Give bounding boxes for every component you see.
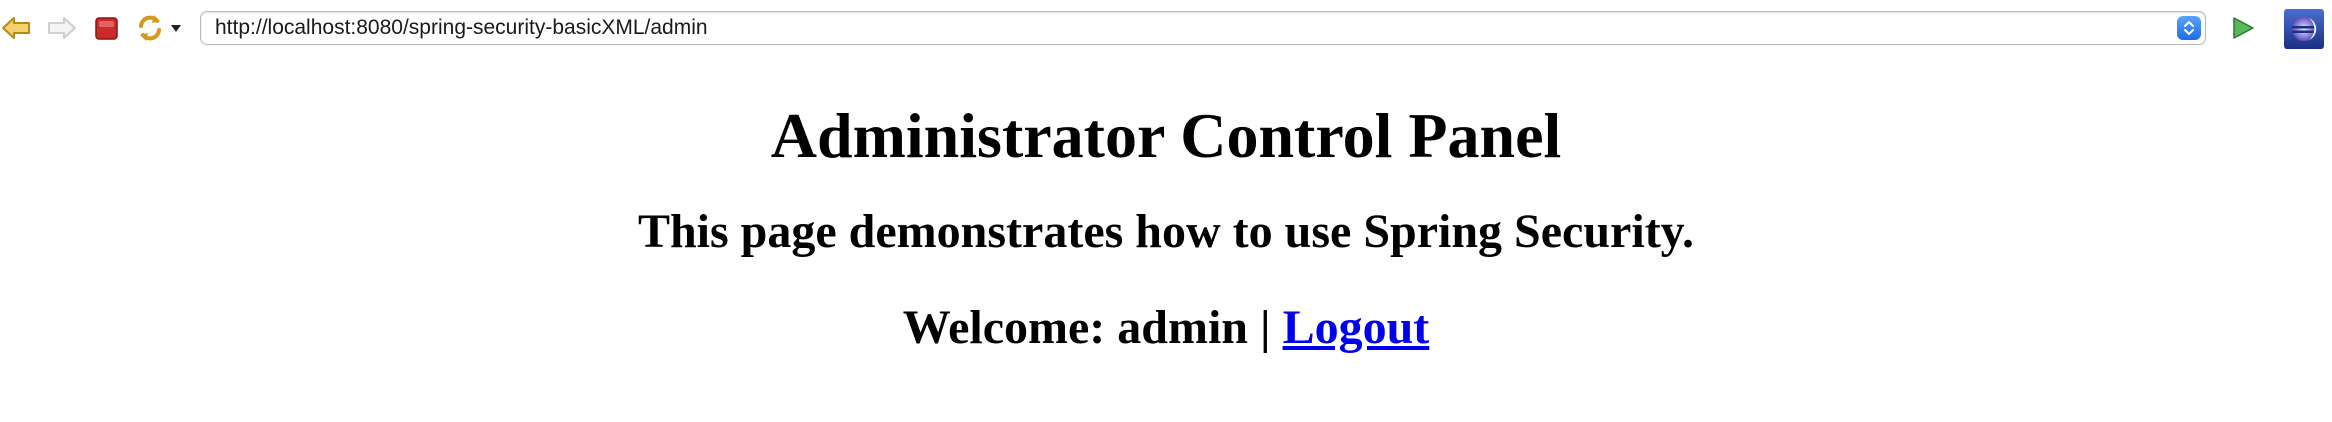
page-title: Administrator Control Panel [770, 100, 1562, 171]
url-text[interactable]: http://localhost:8080/spring-security-ba… [215, 12, 708, 44]
url-bar[interactable]: http://localhost:8080/spring-security-ba… [200, 11, 2206, 45]
refresh-icon[interactable] [134, 12, 166, 44]
chevron-down-icon[interactable] [166, 12, 186, 44]
logout-link[interactable]: Logout [1283, 301, 1430, 354]
stop-icon[interactable] [90, 12, 122, 44]
back-arrow-icon[interactable] [0, 12, 32, 44]
welcome-line: Welcome: admin | Logout [0, 300, 2332, 356]
chevron-updown-icon[interactable] [2177, 16, 2201, 40]
page-subtitle: This page demonstrates how to use Spring… [637, 205, 1695, 258]
go-play-icon[interactable] [2226, 12, 2258, 44]
welcome-text: Welcome: admin | [902, 301, 1283, 354]
page-content: Administrator Control Panel This page de… [0, 56, 2332, 356]
eclipse-logo-icon[interactable] [2283, 8, 2325, 50]
forward-arrow-icon[interactable] [46, 12, 78, 44]
browser-toolbar: http://localhost:8080/spring-security-ba… [0, 0, 2332, 56]
